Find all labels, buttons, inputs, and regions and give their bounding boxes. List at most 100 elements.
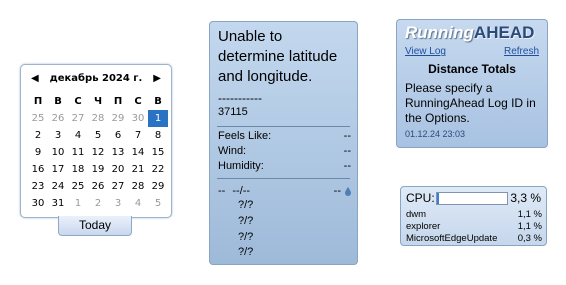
calendar-day[interactable]: 1 [148,110,168,127]
calendar-day[interactable]: 4 [68,127,88,144]
calendar-day[interactable]: 26 [48,110,68,127]
runningahead-gadget: RunningAHEAD View Log Refresh Distance T… [396,19,548,148]
view-log-link[interactable]: View Log [405,46,446,57]
calendar-day[interactable]: 29 [108,110,128,127]
refresh-link[interactable]: Refresh [504,46,539,57]
calendar-day[interactable]: 7 [128,127,148,144]
calendar-day[interactable]: 5 [88,127,108,144]
calendar-day[interactable]: 8 [148,127,168,144]
calendar-day[interactable]: 6 [108,127,128,144]
calendar-day[interactable]: 1 [68,195,88,212]
weekday-header: В [54,96,62,107]
weekday-header: П [113,96,123,107]
calendar-day[interactable]: 14 [128,144,148,161]
calendar-grid: П В С Ч П С В 25 26 27 28 29 30 1 2 3 4 5 6 7 8 9 10 11 12 13 14 15… [28,93,169,212]
calendar-day[interactable]: 31 [48,195,68,212]
weekday-header: С [74,96,82,107]
forecast-right: -- [333,185,341,197]
calendar-day[interactable]: 24 [48,178,68,195]
forecast-item-1: ?/? [238,199,254,211]
prev-month-icon[interactable]: ◀ [31,73,39,84]
calendar-day[interactable]: 28 [88,110,108,127]
feels-like-value: -- [343,130,351,142]
calendar-day[interactable]: 27 [68,110,88,127]
forecast-item-2: ?/? [238,215,254,227]
cpu-total-value: 3,3 % [510,191,541,205]
process-row: explorer 1,1 % [406,221,542,232]
calendar-day[interactable]: 30 [128,110,148,127]
wind-label: Wind: [218,145,247,157]
weather-divider-2 [217,178,350,179]
calendar-day[interactable]: 4 [128,195,148,212]
calendar-day[interactable]: 11 [68,144,88,161]
process-name: dwm [406,209,427,220]
calendar-day[interactable]: 26 [88,178,108,195]
wind-row: Wind: -- [218,145,351,157]
calendar-day[interactable]: 22 [148,161,168,178]
calendar-day[interactable]: 17 [48,161,68,178]
calendar-day[interactable]: 25 [28,110,48,127]
weekday-header: П [33,96,43,107]
calendar-day[interactable]: 28 [128,178,148,195]
weather-divider [217,126,350,127]
weekday-header: В [154,96,162,107]
calendar-day[interactable]: 9 [28,144,48,161]
cpu-usage-bar [436,192,508,205]
logo-ahead: AHEAD [473,23,535,42]
process-value: 1,1 % [517,221,542,232]
forecast-mid: --/-- [232,185,251,197]
runningahead-links: View Log Refresh [405,46,539,57]
raindrop-icon [345,187,351,196]
calendar-day[interactable]: 13 [108,144,128,161]
calendar-day[interactable]: 20 [108,161,128,178]
process-value: 0,3 % [517,233,542,244]
process-name: MicrosoftEdgeUpdate [406,233,498,244]
wind-value: -- [343,145,351,157]
calendar-day[interactable]: 12 [88,144,108,161]
forecast-row: -- --/-- -- [218,185,351,197]
calendar-day[interactable]: 15 [148,144,168,161]
today-button[interactable]: Today [58,216,132,236]
calendar-day[interactable]: 16 [28,161,48,178]
weather-gadget: Unable to determine latitude and longitu… [209,21,358,265]
cpu-gadget: CPU: 3,3 % dwm 1,1 % explorer 1,1 % Micr… [400,186,547,246]
humidity-value: -- [343,160,351,172]
logo-running: Running [405,23,474,42]
runningahead-timestamp: 01.12.24 23:03 [405,129,466,139]
calendar-day[interactable]: 27 [108,178,128,195]
process-row: MicrosoftEdgeUpdate 0,3 % [406,233,542,244]
calendar-gadget: ◀ декабрь 2024 г. ▶ П В С Ч П С В 25 26 27 28 29 30 1… [20,64,172,218]
calendar-day[interactable]: 29 [148,178,168,195]
next-month-icon[interactable]: ▶ [153,73,161,84]
forecast-item-4: ?/? [238,246,254,258]
process-name: explorer [406,221,441,232]
weather-dashes: ----------- [218,91,262,105]
forecast-left: -- [218,185,226,197]
calendar-day[interactable]: 2 [88,195,108,212]
forecast-item-3: ?/? [238,231,254,243]
distance-totals-heading: Distance Totals [428,62,516,76]
process-row: dwm 1,1 % [406,209,542,220]
calendar-day[interactable]: 18 [68,161,88,178]
calendar-day[interactable]: 30 [28,195,48,212]
humidity-label: Humidity: [218,160,264,172]
feels-like-row: Feels Like: -- [218,130,351,142]
month-label[interactable]: декабрь 2024 г. [50,73,143,84]
process-value: 1,1 % [517,209,542,220]
calendar-day[interactable]: 25 [68,178,88,195]
humidity-row: Humidity: -- [218,160,351,172]
runningahead-logo: RunningAHEAD [405,23,534,43]
weather-location-code: 37115 [218,106,248,118]
calendar-day[interactable]: 2 [28,127,48,144]
calendar-day[interactable]: 5 [148,195,168,212]
cpu-label: CPU: [406,191,435,205]
calendar-day[interactable]: 3 [48,127,68,144]
feels-like-label: Feels Like: [218,130,272,142]
cpu-usage-fill [437,193,440,204]
calendar-day[interactable]: 10 [48,144,68,161]
calendar-day[interactable]: 19 [88,161,108,178]
calendar-day[interactable]: 21 [128,161,148,178]
runningahead-message: Please specify a RunningAhead Log ID in … [405,81,536,125]
calendar-day[interactable]: 23 [28,178,48,195]
calendar-day[interactable]: 3 [108,195,128,212]
